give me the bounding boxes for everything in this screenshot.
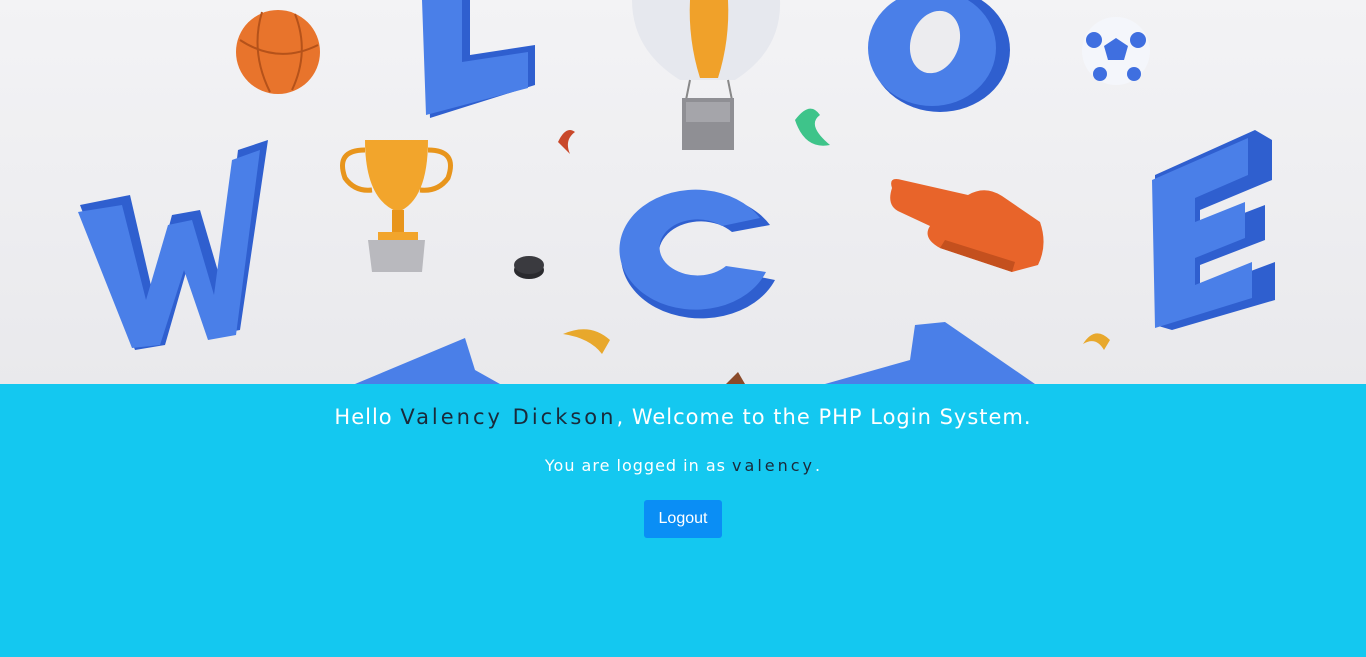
hot-air-balloon-icon (632, 0, 781, 150)
logout-button[interactable]: Logout (644, 500, 722, 538)
username: valency (732, 456, 816, 475)
user-full-name: Valency Dickson (400, 405, 617, 429)
welcome-message: Hello Valency Dickson, Welcome to the PH… (0, 405, 1366, 429)
greeting-suffix: , Welcome to the PHP Login System. (616, 405, 1032, 429)
welcome-banner-image (0, 0, 1366, 384)
hockey-puck-icon (514, 256, 544, 279)
soccer-ball-icon (1082, 17, 1150, 85)
letter-w-shape (78, 140, 268, 350)
letter-bottom-right-shape (825, 322, 1035, 384)
letter-o-shape (868, 0, 1010, 112)
letter-bottom-left-shape (355, 338, 500, 384)
basketball-icon (236, 10, 320, 94)
letter-c-shape (619, 189, 775, 319)
status-suffix: . (815, 456, 822, 475)
welcome-panel: Hello Valency Dickson, Welcome to the PH… (0, 384, 1366, 657)
trophy-icon (340, 140, 453, 272)
status-prefix: You are logged in as (544, 456, 733, 475)
letter-e-shape (1152, 130, 1275, 330)
greeting-prefix: Hello (334, 405, 401, 429)
foam-finger-icon (890, 179, 1044, 272)
login-status-message: You are logged in as valency. (0, 456, 1366, 475)
letter-l-shape (422, 0, 535, 118)
